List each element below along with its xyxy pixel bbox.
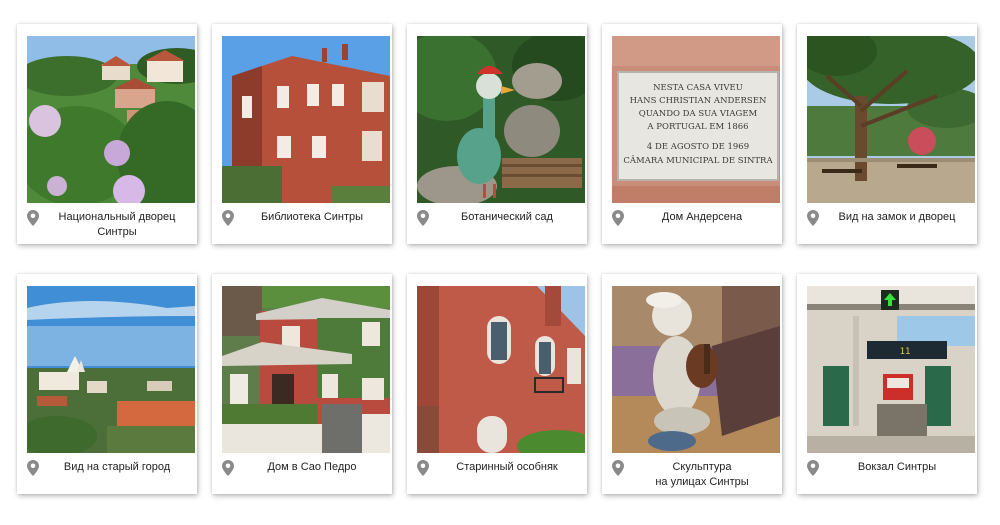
photo-sao-pedro-house[interactable] xyxy=(222,286,390,453)
gallery-card-andersen-house[interactable]: NESTA CASA VIVEU HANS CHRISTIAN ANDERSEN… xyxy=(602,24,782,244)
map-pin-icon xyxy=(417,460,429,476)
map-pin-icon xyxy=(222,460,234,476)
photo-street-sculpture[interactable] xyxy=(612,286,780,453)
card-caption: Библиотека Синтры xyxy=(260,211,364,223)
map-pin-icon xyxy=(222,210,234,226)
card-caption: Дом Андерсена xyxy=(661,211,743,223)
card-caption: Ботанический сад xyxy=(461,211,553,223)
plaque-line-3: QUANDO DA SUA VIAGEM xyxy=(639,109,758,119)
card-caption: Вид на замок и дворец xyxy=(838,211,956,223)
card-caption: Вокзал Синтры xyxy=(857,461,937,473)
gallery-card-old-mansion[interactable]: Старинный особняк xyxy=(407,274,587,494)
gallery-card-castle-view[interactable]: Вид на замок и дворец xyxy=(797,24,977,244)
photo-old-mansion[interactable] xyxy=(417,286,585,453)
map-pin-icon xyxy=(27,210,39,226)
card-caption: Дом в Сао Педро xyxy=(267,461,357,473)
map-pin-icon xyxy=(612,210,624,226)
map-pin-icon xyxy=(807,210,819,226)
plaque-line-4: A PORTUGAL EM 1866 xyxy=(646,122,748,132)
photo-train-station[interactable]: 11 xyxy=(807,286,975,453)
map-pin-icon xyxy=(612,460,624,476)
plaque-line-5: 4 DE AGOSTO DE 1969 xyxy=(647,142,749,152)
platform-sign: 11 xyxy=(900,347,911,357)
gallery-card-train-station[interactable]: 11 Вокзал Синтры xyxy=(797,274,977,494)
card-caption: Вид на старый город xyxy=(63,461,171,473)
plaque-line-6: CÂMARA MUNICIPAL DE SINTRA xyxy=(623,154,773,166)
photo-gallery: Национальный дворец Синтры Библиотека Си… xyxy=(17,24,985,494)
map-pin-icon xyxy=(417,210,429,226)
gallery-card-library[interactable]: Библиотека Синтры xyxy=(212,24,392,244)
plaque-line-1: NESTA CASA VIVEU xyxy=(653,83,743,93)
gallery-card-national-palace[interactable]: Национальный дворец Синтры xyxy=(17,24,197,244)
photo-national-palace[interactable] xyxy=(27,36,195,203)
gallery-card-sao-pedro-house[interactable]: Дом в Сао Педро xyxy=(212,274,392,494)
photo-old-town-view[interactable] xyxy=(27,286,195,453)
plaque-line-2: HANS CHRISTIAN ANDERSEN xyxy=(630,96,767,106)
photo-library[interactable] xyxy=(222,36,390,203)
photo-botanical-garden[interactable] xyxy=(417,36,585,203)
gallery-card-street-sculpture[interactable]: Скульптура на улицах Синтры xyxy=(602,274,782,494)
gallery-card-old-town-view[interactable]: Вид на старый город xyxy=(17,274,197,494)
map-pin-icon xyxy=(27,460,39,476)
gallery-card-botanical-garden[interactable]: Ботанический сад xyxy=(407,24,587,244)
card-caption: Скульптура на улицах Синтры xyxy=(655,461,749,488)
photo-castle-view[interactable] xyxy=(807,36,975,203)
card-caption: Старинный особняк xyxy=(456,461,558,473)
map-pin-icon xyxy=(807,460,819,476)
card-caption: Национальный дворец Синтры xyxy=(58,211,176,238)
photo-andersen-plaque[interactable]: NESTA CASA VIVEU HANS CHRISTIAN ANDERSEN… xyxy=(612,36,780,203)
